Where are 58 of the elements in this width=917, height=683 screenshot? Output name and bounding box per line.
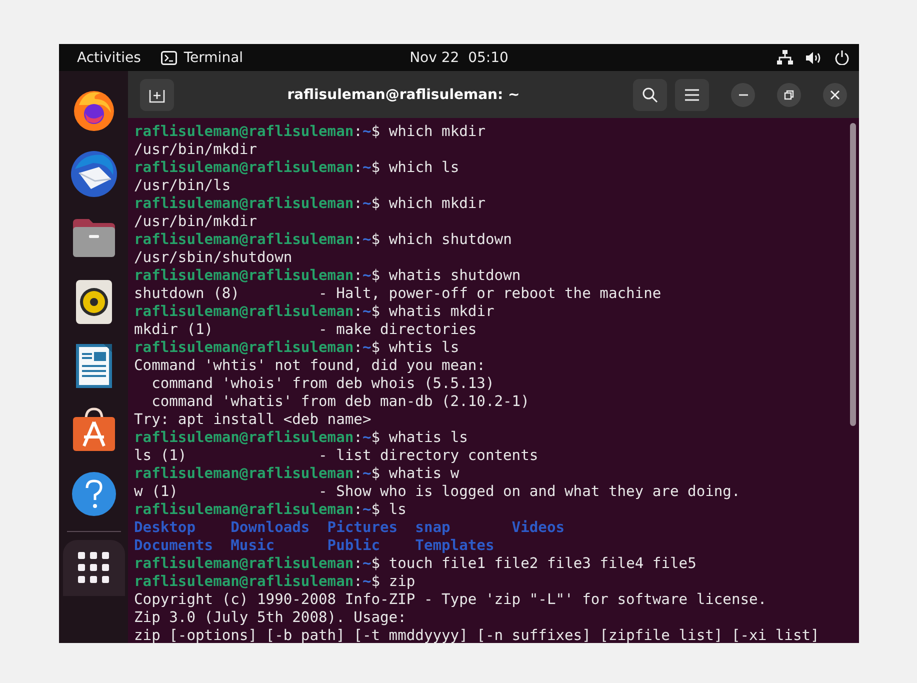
new-tab-button[interactable] xyxy=(140,78,174,110)
network-icon[interactable] xyxy=(777,50,793,65)
power-icon[interactable] xyxy=(835,50,849,65)
directory-listing: Desktop Downloads Pictures snap Videos xyxy=(134,519,566,537)
output-line: ls (1) - list directory contents xyxy=(134,447,540,465)
output-line: /usr/bin/mkdir xyxy=(134,213,258,231)
show-apps-button[interactable] xyxy=(62,540,124,596)
minimize-button[interactable] xyxy=(731,82,755,106)
shopping-bag-icon[interactable] xyxy=(70,407,116,453)
window-title: raflisuleman@raflisuleman: ~ xyxy=(286,86,521,102)
output-line: command 'whois' from deb whois (5.5.13) xyxy=(150,375,496,393)
prompt-line: raflisuleman@raflisuleman:~$ whatis ls xyxy=(134,429,469,447)
thunderbird-icon[interactable] xyxy=(68,149,118,199)
restore-button[interactable] xyxy=(777,82,801,106)
prompt-line: raflisuleman@raflisuleman:~$ whatis shutdown xyxy=(134,267,522,285)
prompt-line: raflisuleman@raflisuleman:~$ ls xyxy=(134,501,408,519)
output-line: Copyright (c) 1990-2008 Info-ZIP - Type 'zip "-L"' for software license. xyxy=(134,591,768,609)
app-grid-icon[interactable] xyxy=(78,552,110,584)
prompt-line: raflisuleman@raflisuleman:~$ whatis w xyxy=(134,465,460,483)
output-line: shutdown (8) - Halt, power-off or reboot the machine xyxy=(134,285,662,303)
menu-button[interactable] xyxy=(675,78,709,110)
app-menu[interactable]: Terminal xyxy=(160,50,244,66)
prompt-line: raflisuleman@raflisuleman:~$ whatis mkdir xyxy=(134,303,496,321)
prompt-line: raflisuleman@raflisuleman:~$ zip xyxy=(134,573,416,591)
output-line: w (1) - Show who is logged on and what they are doing. xyxy=(134,483,742,501)
prompt-line: raflisuleman@raflisuleman:~$ which mkdir xyxy=(134,123,486,141)
search-button[interactable] xyxy=(633,78,667,110)
clock[interactable]: Nov 22 05:10 xyxy=(410,50,508,66)
minimize-icon xyxy=(738,94,748,96)
close-icon xyxy=(830,90,840,100)
output-line: /usr/bin/mkdir xyxy=(134,141,258,159)
output-line: zip [-options] [-b path] [-t mmddyyyy] [-n suffixes] [zipfile list] [-xi list] xyxy=(134,627,820,643)
search-icon xyxy=(642,86,658,102)
prompt-line: raflisuleman@raflisuleman:~$ touch file1 file2 file3 file4 file5 xyxy=(134,555,698,573)
output-line: Zip 3.0 (July 5th 2008). Usage: xyxy=(134,609,408,627)
restore-icon xyxy=(784,90,794,100)
app-name: Terminal xyxy=(184,50,244,66)
output-line: command 'whatis' from deb man-db (2.10.2-1) xyxy=(150,393,530,411)
prompt-line: raflisuleman@raflisuleman:~$ which mkdir xyxy=(134,195,486,213)
folder-icon[interactable] xyxy=(70,217,116,259)
prompt-line: raflisuleman@raflisuleman:~$ which ls xyxy=(134,159,460,177)
directory-listing: Documents Music Public Templates xyxy=(134,537,496,555)
prompt-line: raflisuleman@raflisuleman:~$ whtis ls xyxy=(134,339,460,357)
output-line: Try: apt install <deb name> xyxy=(134,411,372,429)
output-line: mkdir (1) - make directories xyxy=(134,321,478,339)
volume-icon[interactable] xyxy=(806,50,822,64)
close-button[interactable] xyxy=(823,82,847,106)
scrollbar[interactable] xyxy=(850,123,856,426)
terminal-icon xyxy=(160,50,177,64)
activities-button[interactable]: Activities xyxy=(77,50,141,66)
document-icon[interactable] xyxy=(74,342,114,390)
output-line: /usr/sbin/shutdown xyxy=(134,249,294,267)
speaker-icon[interactable] xyxy=(74,279,112,325)
menu-icon xyxy=(685,88,699,100)
output-line: Command 'whtis' not found, did you mean: xyxy=(134,357,486,375)
prompt-line: raflisuleman@raflisuleman:~$ which shutdown xyxy=(134,231,513,249)
help-icon[interactable] xyxy=(70,471,116,517)
output-line: /usr/bin/ls xyxy=(134,177,232,195)
